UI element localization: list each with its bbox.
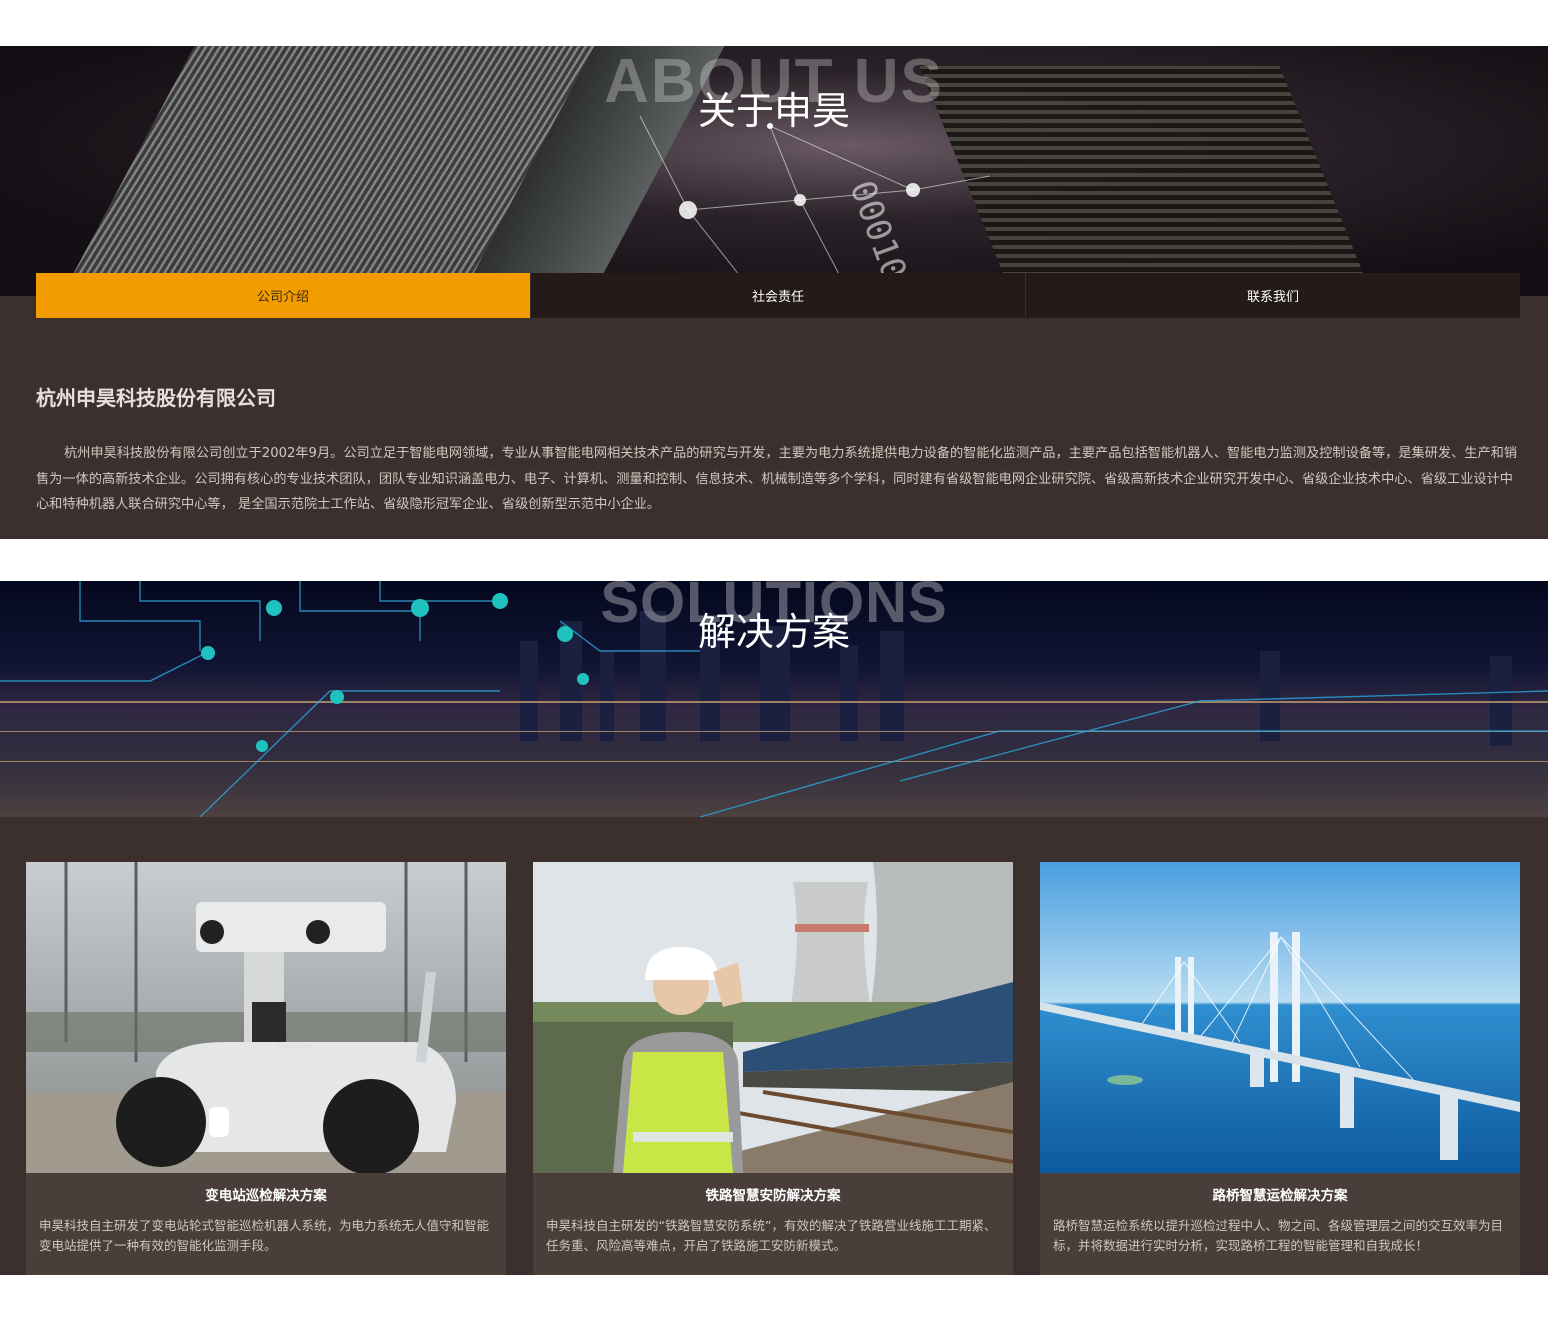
card-description: 路桥智慧运检系统以提升巡检过程中人、物之间、各级管理层之间的交互效率为目标，并将… bbox=[1053, 1218, 1504, 1253]
card-title: 铁路智慧安防解决方案 bbox=[705, 1188, 841, 1204]
company-description: 杭州申昊科技股份有限公司创立于2002年9月。公司立足于智能电网领域，专业从事智… bbox=[36, 446, 1518, 512]
about-tabs: 公司介绍 社会责任 联系我们 bbox=[36, 273, 1520, 318]
solution-card-railway[interactable]: 铁路智慧安防解决方案 申昊科技自主研发的“铁路智慧安防系统”，有效的解决了铁路营… bbox=[533, 862, 1013, 1275]
tab-contact-us[interactable]: 联系我们 bbox=[1026, 273, 1520, 318]
robot-brand-label: Velodyne bbox=[276, 1042, 313, 1051]
solution-card-substation[interactable]: Velodyne 变电站巡检解决方案 申昊科技自主研发了变电站轮式智能巡检机器人… bbox=[26, 862, 506, 1275]
solutions-banner-title: 解决方案 bbox=[697, 610, 850, 654]
card-title: 变电站巡检解决方案 bbox=[205, 1188, 327, 1204]
solution-cards: Velodyne 变电站巡检解决方案 申昊科技自主研发了变电站轮式智能巡检机器人… bbox=[26, 862, 1520, 1275]
solutions-banner: SOLUTIONS 解决方案 bbox=[0, 581, 1548, 817]
solutions-section: SOLUTIONS 解决方案 Velodyne 变电站巡检解决方案 申昊科技自主… bbox=[0, 581, 1548, 1275]
railway-worker-image bbox=[533, 862, 1013, 1173]
bridge-image bbox=[1040, 862, 1520, 1173]
card-description: 申昊科技自主研发了变电站轮式智能巡检机器人系统，为电力系统无人值守和智能变电站提… bbox=[39, 1218, 490, 1253]
tab-company-intro[interactable]: 公司介绍 bbox=[36, 273, 531, 318]
tab-social-responsibility[interactable]: 社会责任 bbox=[531, 273, 1026, 318]
solution-card-bridge[interactable]: 路桥智慧运检解决方案 路桥智慧运检系统以提升巡检过程中人、物之间、各级管理层之间… bbox=[1040, 862, 1520, 1275]
substation-robot-image: Velodyne bbox=[26, 862, 506, 1173]
card-description: 申昊科技自主研发的“铁路智慧安防系统”，有效的解决了铁路营业线施工工期紧、任务重… bbox=[546, 1218, 997, 1253]
about-banner-title: 关于申昊 bbox=[697, 89, 850, 133]
about-banner: 000100 ABOUT US 关于申昊 bbox=[0, 46, 1548, 296]
card-title: 路桥智慧运检解决方案 bbox=[1212, 1188, 1348, 1204]
about-section: 000100 ABOUT US 关于申昊 公司介绍 社会责任 联系我们 杭州申昊… bbox=[0, 46, 1548, 539]
company-name: 杭州申昊科技股份有限公司 bbox=[36, 386, 276, 410]
